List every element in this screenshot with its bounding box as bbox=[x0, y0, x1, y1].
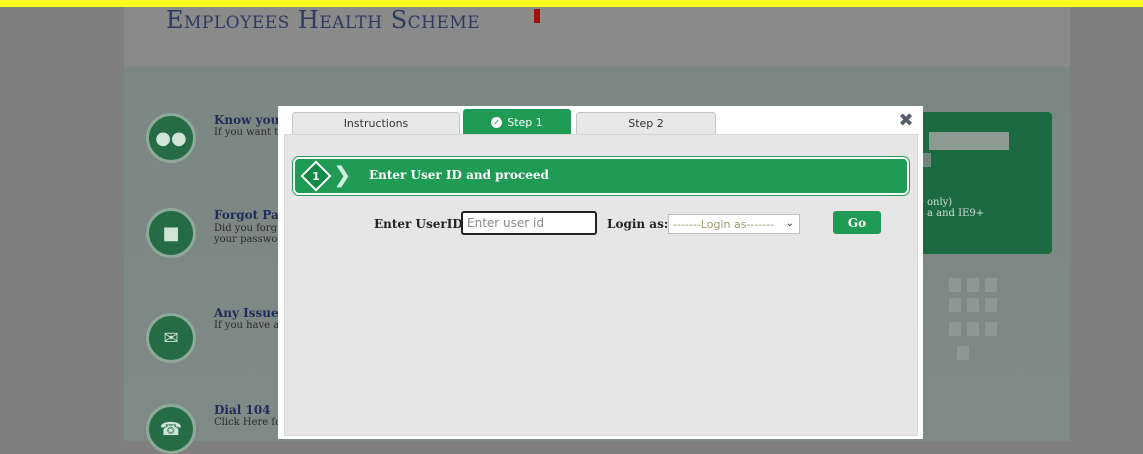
step-banner: 1 ❯ Enter User ID and proceed bbox=[292, 156, 910, 196]
bg-item-title: Know you bbox=[214, 113, 280, 127]
chevron-right-icon: ❯ bbox=[333, 163, 352, 188]
side-field bbox=[929, 132, 1009, 150]
check-icon: ✓ bbox=[491, 116, 503, 128]
bg-item-desc: If you want t bbox=[214, 127, 279, 138]
step-panel: 1 ❯ Enter User ID and proceed Enter User… bbox=[284, 134, 918, 436]
tab-instructions[interactable]: Instructions bbox=[292, 112, 460, 134]
building-image bbox=[919, 274, 1009, 374]
banner-text: Enter User ID and proceed bbox=[369, 168, 549, 182]
userid-label: Enter UserID: bbox=[374, 217, 468, 231]
users-icon: ●● bbox=[146, 113, 196, 163]
bg-item-title: Any Issue bbox=[214, 306, 279, 320]
tab-label: Instructions bbox=[343, 117, 409, 130]
bg-item-title: Forgot Pa bbox=[214, 208, 279, 222]
login-as-selected: -------Login as------- bbox=[673, 217, 775, 231]
bg-item-desc: Did you forg your passwo bbox=[214, 223, 278, 245]
lock-icon: ■ bbox=[146, 208, 196, 258]
tab-label: Step 1 bbox=[507, 115, 543, 129]
tab-step-2[interactable]: Step 2 bbox=[576, 112, 716, 134]
userid-input[interactable] bbox=[461, 211, 597, 235]
login-as-select[interactable]: -------Login as------- ⌄ bbox=[668, 214, 800, 234]
site-title: Employees Health Scheme bbox=[166, 6, 481, 34]
browser-note: only) a and IE9+ bbox=[927, 197, 985, 219]
tab-step-1[interactable]: ✓ Step 1 bbox=[463, 109, 571, 134]
bg-item-desc: Click Here fo bbox=[214, 417, 282, 428]
step-number: 1 bbox=[312, 169, 320, 183]
login-side-box: only) a and IE9+ bbox=[919, 112, 1052, 254]
tab-label: Step 2 bbox=[628, 117, 664, 130]
tab-bar: Instructions ✓ Step 1 Step 2 bbox=[278, 106, 923, 134]
bg-item-desc: If you have a bbox=[214, 320, 280, 331]
chevron-down-icon: ⌄ bbox=[785, 218, 794, 229]
title-mark bbox=[534, 9, 540, 23]
login-as-label: Login as: bbox=[607, 217, 669, 231]
close-icon[interactable]: ✖ bbox=[897, 112, 915, 130]
go-label: Go bbox=[847, 215, 867, 230]
mail-pen-icon: ✉ bbox=[146, 313, 196, 363]
go-button[interactable]: Go bbox=[833, 211, 881, 234]
phone-icon: ☎ bbox=[146, 404, 196, 454]
login-modal: Instructions ✓ Step 1 Step 2 ✖ 1 ❯ Enter… bbox=[278, 106, 923, 439]
bg-item-title: Dial 104 bbox=[214, 403, 271, 417]
